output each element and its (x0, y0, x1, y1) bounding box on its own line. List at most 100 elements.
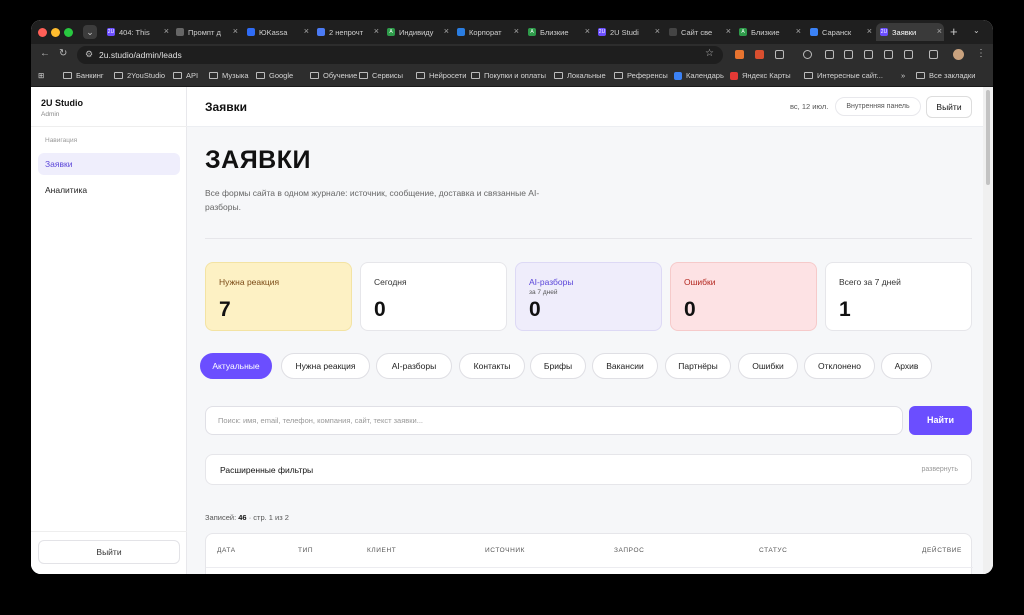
browser-tab[interactable]: ЮKassa × (243, 23, 311, 41)
bookmark-label: 2YouStudio (127, 71, 166, 80)
close-tab-icon[interactable]: × (655, 26, 660, 36)
filter-chip[interactable]: Брифы (530, 353, 586, 379)
stat-card[interactable]: Нужна реакция 7 (205, 262, 352, 331)
page-scrollbar[interactable] (983, 87, 993, 574)
bookmark-item[interactable]: Интересные сайт... (804, 71, 883, 80)
close-tab-icon[interactable]: × (304, 26, 309, 36)
search-button[interactable]: Найти (909, 406, 972, 435)
close-tab-icon[interactable]: × (796, 26, 801, 36)
filter-chip[interactable]: AI-разборы (376, 353, 452, 379)
bookmark-item[interactable]: Google (256, 71, 293, 80)
download-icon[interactable] (803, 50, 812, 59)
bookmark-item[interactable]: Нейросети (416, 71, 466, 80)
browser-tab[interactable]: 2 непрочт × (313, 23, 381, 41)
close-tab-icon[interactable]: × (164, 26, 169, 36)
close-tab-icon[interactable]: × (514, 26, 519, 36)
browser-tab[interactable]: Корпорат × (453, 23, 521, 41)
column-header-status[interactable]: СТАТУС (759, 547, 787, 554)
filter-chip[interactable]: Отклонено (804, 353, 875, 379)
advanced-filters-panel[interactable]: Расширенные фильтры развернуть (205, 454, 972, 485)
bookmark-item[interactable]: Яндекс Карты (730, 71, 791, 80)
filter-chip[interactable]: Партнёры (665, 353, 731, 379)
browser-tab[interactable]: A Индивиду × (383, 23, 451, 41)
bookmark-item[interactable]: Локальные (554, 71, 606, 80)
column-header-date[interactable]: ДАТА (217, 547, 236, 554)
new-tab-button[interactable]: + (950, 24, 958, 39)
filter-chip[interactable]: Контакты (459, 353, 525, 379)
reload-icon[interactable]: ↻ (59, 48, 67, 59)
more-menu-icon[interactable]: ⋮ (976, 48, 986, 59)
filter-chip[interactable]: Нужна реакция (281, 353, 370, 379)
playlist-icon[interactable] (929, 50, 938, 59)
browser-tab[interactable]: A Близкие × (524, 23, 592, 41)
trash-icon[interactable] (825, 50, 834, 59)
browser-tab[interactable]: A Близкие × (735, 23, 803, 41)
stat-card[interactable]: Ошибки 0 (670, 262, 817, 331)
logout-button[interactable]: Выйти (926, 96, 972, 118)
site-settings-icon[interactable]: ⚙ (85, 49, 93, 60)
close-tab-icon[interactable]: × (585, 26, 590, 36)
link-icon[interactable] (864, 50, 873, 59)
internal-panel-badge[interactable]: Внутренняя панель (835, 97, 921, 116)
browser-tab[interactable]: Промпт д × (172, 23, 240, 41)
bookmark-item[interactable]: 2YouStudio (114, 71, 165, 80)
side-panel-icon[interactable] (904, 50, 913, 59)
browser-tab[interactable]: 2U Заявки × (876, 23, 944, 41)
column-header-action[interactable]: ДЕЙСТВИЕ (922, 547, 962, 554)
browser-tab[interactable]: Саранск × (806, 23, 874, 41)
filter-chip[interactable]: Актуальные (200, 353, 272, 379)
bookmark-item[interactable]: Календарь (674, 71, 724, 80)
filter-chip[interactable]: Вакансии (592, 353, 658, 379)
tab-search-icon[interactable]: ⌄ (83, 25, 97, 39)
apps-grid-icon[interactable]: ⊞ (38, 71, 44, 80)
close-tab-icon[interactable]: × (233, 26, 238, 36)
extension-icon[interactable] (755, 50, 764, 59)
stat-card[interactable]: Всего за 7 дней 1 (825, 262, 972, 331)
chevron-down-icon[interactable]: ⌄ (973, 26, 980, 35)
sidebar-logout-button[interactable]: Выйти (38, 540, 180, 564)
maximize-window-button[interactable] (64, 28, 73, 37)
bookmarks-more-button[interactable]: » (901, 71, 905, 80)
cast-icon[interactable] (884, 50, 893, 59)
stat-card[interactable]: Сегодня 0 (360, 262, 507, 331)
profile-avatar[interactable] (953, 49, 964, 60)
minimize-window-button[interactable] (51, 28, 60, 37)
close-tab-icon[interactable]: × (374, 26, 379, 36)
sidebar-item-analytics[interactable]: Аналитика (38, 179, 180, 201)
sidebar-item-leads[interactable]: Заявки (38, 153, 180, 175)
scrollbar-thumb[interactable] (986, 90, 990, 185)
bookmark-item[interactable]: Сервисы (359, 71, 403, 80)
column-header-type[interactable]: ТИП (298, 547, 313, 554)
bookmark-item[interactable]: Банкинг (63, 71, 104, 80)
expand-filters-link[interactable]: развернуть (921, 466, 958, 473)
column-header-source[interactable]: ИСТОЧНИК (485, 547, 525, 554)
back-icon[interactable]: ← (40, 48, 50, 59)
close-tab-icon[interactable]: × (444, 26, 449, 36)
close-tab-icon[interactable]: × (867, 26, 872, 36)
extension-icon[interactable] (735, 50, 744, 59)
address-bar[interactable]: ⚙ 2u.studio/admin/leads ☆ (77, 46, 723, 64)
filter-chip[interactable]: Ошибки (738, 353, 798, 379)
browser-tab[interactable]: 2U 404: This × (103, 23, 171, 41)
all-bookmarks[interactable]: Все закладки (916, 71, 975, 80)
stat-card[interactable]: AI-разборы за 7 дней 0 (515, 262, 662, 331)
bookmark-item[interactable]: Референсы (614, 71, 668, 80)
search-input[interactable]: Поиск: имя, email, телефон, компания, са… (205, 406, 903, 435)
browser-tab[interactable]: 2U 2U Studi × (594, 23, 662, 41)
folder-icon (916, 72, 925, 79)
browser-tab[interactable]: Сайт све × (665, 23, 733, 41)
bookmark-star-icon[interactable]: ☆ (705, 48, 714, 59)
column-header-request[interactable]: ЗАПРОС (614, 547, 644, 554)
close-tab-icon[interactable]: × (726, 26, 731, 36)
close-window-button[interactable] (38, 28, 47, 37)
bookmark-item[interactable]: Обучение (310, 71, 357, 80)
close-tab-icon[interactable]: × (937, 26, 942, 36)
bookmark-item[interactable]: Музыка (209, 71, 249, 80)
column-header-client[interactable]: КЛИЕНТ (367, 547, 396, 554)
filter-chip[interactable]: Архив (881, 353, 932, 379)
page-title: Заявки (205, 100, 247, 114)
extensions-puzzle-icon[interactable] (775, 50, 784, 59)
bookmark-item[interactable]: API (173, 71, 198, 80)
bookmark-item[interactable]: Покупки и оплаты (471, 71, 546, 80)
translate-icon[interactable] (844, 50, 853, 59)
